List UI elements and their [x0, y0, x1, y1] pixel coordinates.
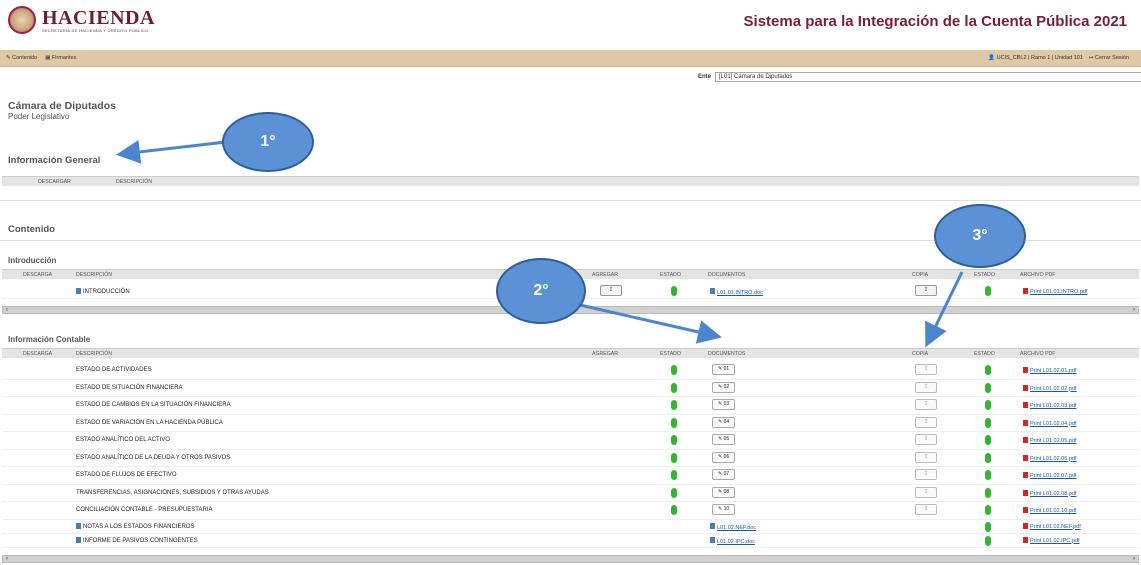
- arrow-1: [116, 140, 227, 164]
- annotation-bubble-3: 3°: [934, 204, 1026, 268]
- arrow-3: [925, 271, 964, 348]
- annotation-bubble-2: 2°: [496, 258, 586, 324]
- arrow-2: [579, 303, 722, 344]
- annotation-bubble-1: 1°: [222, 112, 314, 172]
